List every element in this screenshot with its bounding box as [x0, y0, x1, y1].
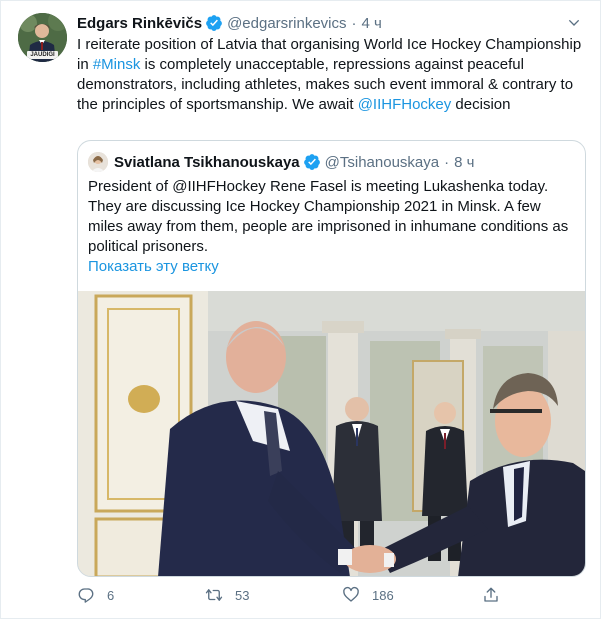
avatar-badge-text: JAUDIGI: [30, 52, 55, 58]
heart-icon: [343, 586, 359, 602]
retweet-button[interactable]: 53: [205, 586, 249, 604]
share-icon: [484, 587, 498, 602]
tweet-text: I reiterate position of Latvia that orga…: [77, 35, 587, 115]
hashtag-link[interactable]: #Minsk: [93, 56, 141, 73]
share-button[interactable]: [482, 586, 512, 604]
reply-count: 6: [107, 587, 115, 603]
retweet-count: 53: [235, 587, 250, 603]
author-avatar[interactable]: JAUDIGI: [18, 13, 67, 62]
quoted-author-name[interactable]: Sviatlana Tsikhanouskaya: [114, 154, 300, 171]
tweet-text-part-3: decision: [451, 96, 511, 113]
separator-dot: ·: [351, 14, 357, 32]
like-count: 186: [372, 587, 394, 603]
show-thread-link[interactable]: Показать эту ветку: [88, 258, 219, 275]
tweet-header: Edgars Rinkēvičs @edgarsrinkevics · 4 ч: [77, 13, 382, 33]
quoted-separator-dot: ·: [444, 153, 450, 171]
reply-icon: [78, 588, 94, 603]
quoted-tweet-photo[interactable]: [78, 291, 585, 576]
quoted-tweet[interactable]: Sviatlana Tsikhanouskaya @Tsihanouskaya …: [77, 140, 586, 577]
quoted-tweet-header: Sviatlana Tsikhanouskaya @Tsihanouskaya …: [88, 152, 474, 172]
quoted-author-avatar: [88, 152, 108, 172]
quoted-verified-badge-icon: [303, 154, 320, 170]
quoted-author-handle[interactable]: @Tsihanouskaya: [325, 154, 439, 171]
retweet-icon: [205, 589, 223, 601]
author-name[interactable]: Edgars Rinkēvičs: [77, 15, 202, 32]
photo-handshake-image: [78, 291, 585, 576]
verified-badge-icon: [206, 15, 222, 31]
quoted-tweet-text: President of @IIHFHockey Rene Fasel is m…: [88, 178, 569, 255]
like-button[interactable]: 186: [342, 586, 394, 604]
chevron-down-icon[interactable]: [566, 15, 582, 31]
quoted-tweet-time[interactable]: 8 ч: [454, 154, 474, 171]
reply-button[interactable]: 6: [77, 586, 114, 604]
tweet-time[interactable]: 4 ч: [362, 15, 382, 32]
author-handle[interactable]: @edgarsrinkevics: [227, 15, 346, 32]
mention-link[interactable]: @IIHFHockey: [358, 96, 452, 113]
tweet-actions: 6 53 186: [77, 586, 507, 608]
tweet-card[interactable]: JAUDIGI Edgars Rinkēvičs @edgarsrinkevic…: [0, 0, 601, 619]
quoted-avatar-image: [88, 152, 108, 172]
